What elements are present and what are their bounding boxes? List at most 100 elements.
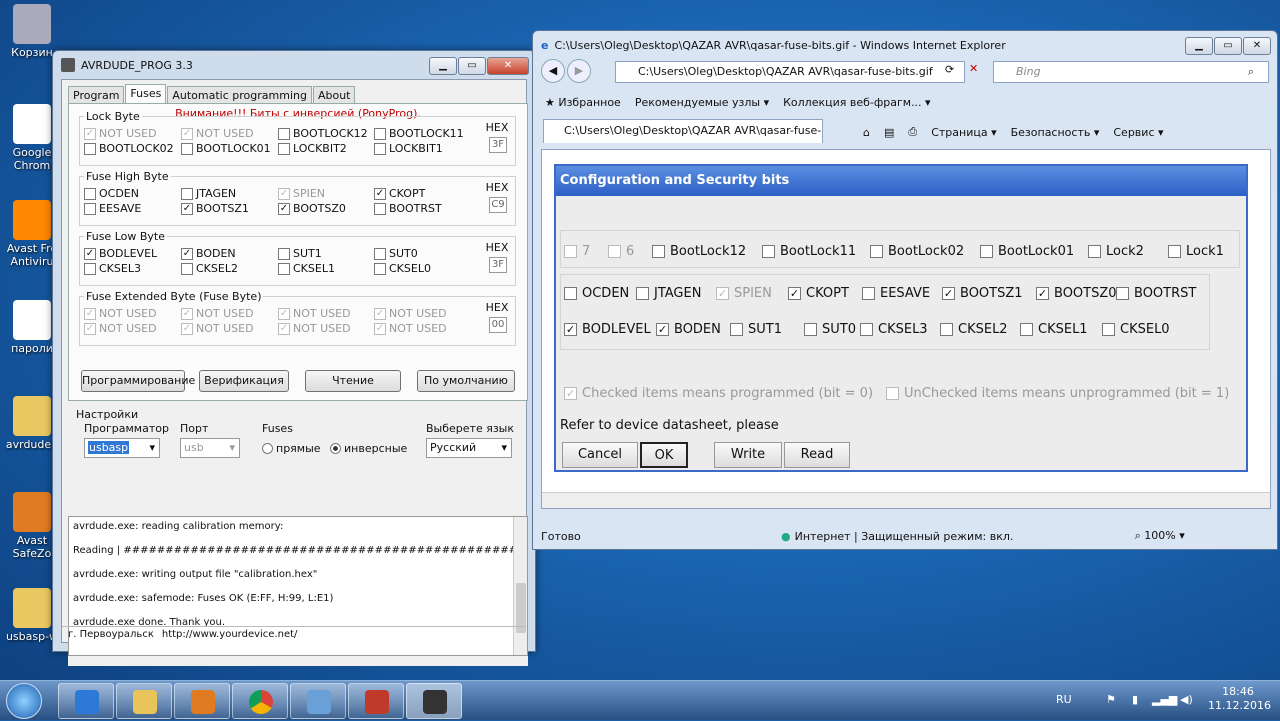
default-button[interactable]: По умолчанию [417, 370, 515, 392]
zoom-control[interactable]: ⌕ 100% ▾ [1135, 529, 1185, 543]
gif-checkbox[interactable]: SUT1 [730, 322, 782, 337]
start-button[interactable] [6, 683, 42, 719]
search-input[interactable]: Bing ⌕ [993, 61, 1269, 83]
fuse-checkbox[interactable]: ✓ BODEN [181, 247, 236, 260]
fuse-checkbox[interactable]: CKSEL0 [374, 262, 431, 275]
program-button[interactable]: Программирование [81, 370, 195, 392]
ie-tab[interactable]: C:\Users\Oleg\Desktop\QAZAR AVR\qasar-fu… [543, 119, 823, 143]
taskbar-chrome[interactable] [232, 683, 288, 719]
gif-checkbox[interactable]: EESAVE [862, 286, 930, 301]
gif-checkbox[interactable]: JTAGEN [636, 286, 701, 301]
network-tray-icon[interactable]: ▂▄▆ [1152, 693, 1177, 706]
fuse-checkbox[interactable]: BOOTRST [374, 202, 442, 215]
taskbar-media[interactable] [174, 683, 230, 719]
fuse-checkbox[interactable]: ✓ BODLEVEL [84, 247, 157, 260]
cmd-security[interactable]: Безопасность ▾ [1011, 126, 1100, 139]
fuse-checkbox[interactable]: BOOTLOCK11 [374, 127, 464, 140]
gif-checkbox[interactable]: Lock2 [1088, 244, 1144, 259]
volume-icon[interactable]: ◀) [1180, 693, 1193, 706]
taskbar-ie[interactable] [58, 683, 114, 719]
fuse-checkbox[interactable]: LOCKBIT2 [278, 142, 347, 155]
forward-button[interactable]: ▶ [567, 59, 591, 83]
fuse-checkbox[interactable]: SUT1 [278, 247, 322, 260]
gif-checkbox[interactable]: BootLock01 [980, 244, 1074, 259]
battery-icon[interactable]: ▮ [1132, 693, 1138, 706]
fav-item-1[interactable]: Рекомендуемые узлы ▾ [635, 96, 769, 109]
fuse-checkbox[interactable]: ✓ BOOTSZ0 [278, 202, 346, 215]
refresh-icon[interactable]: ⟳ [945, 63, 954, 76]
tab-fuses[interactable]: Fuses [125, 84, 167, 104]
radio-inverse[interactable]: инверсные [330, 442, 407, 455]
fuse-checkbox[interactable]: BOOTLOCK02 [84, 142, 174, 155]
verify-button[interactable]: Верификация [199, 370, 289, 392]
fuse-checkbox[interactable]: BOOTLOCK01 [181, 142, 271, 155]
close-button[interactable]: ✕ [487, 57, 529, 75]
gif-checkbox[interactable]: Lock1 [1168, 244, 1224, 259]
gif-checkbox[interactable]: ✓ BODEN [656, 322, 721, 337]
feeds-icon[interactable]: ▤ [884, 126, 894, 139]
fuse-checkbox[interactable]: SUT0 [374, 247, 418, 260]
address-bar[interactable]: C:\Users\Oleg\Desktop\QAZAR AVR\qasar-fu… [615, 61, 965, 83]
gif-checkbox[interactable]: CKSEL2 [940, 322, 1008, 337]
stop-icon[interactable]: ✕ [969, 62, 978, 75]
fuse-checkbox[interactable]: ✓ BOOTSZ1 [181, 202, 249, 215]
clock[interactable]: 18:46 11.12.2016 [1208, 685, 1271, 713]
fav-item-2[interactable]: Коллекция веб-фрагм... ▾ [783, 96, 930, 109]
gif-checkbox[interactable]: CKSEL1 [1020, 322, 1088, 337]
gif-ok-button[interactable]: OK [640, 442, 688, 468]
fuse-checkbox[interactable]: CKSEL3 [84, 262, 141, 275]
ie-hscroll[interactable] [542, 492, 1270, 508]
tab-about[interactable]: About [312, 86, 356, 104]
taskbar-app[interactable] [290, 683, 346, 719]
print-icon[interactable]: ⎙ [908, 125, 917, 139]
fuse-checkbox[interactable]: OCDEN [84, 187, 139, 200]
programmer-select[interactable]: usbasp ▾ [84, 438, 160, 458]
fuse-checkbox[interactable]: CKSEL1 [278, 262, 335, 275]
gif-checkbox[interactable]: ✓ BOOTSZ1 [942, 286, 1023, 301]
gif-checkbox[interactable]: ✓ BODLEVEL [564, 322, 651, 337]
tab-program[interactable]: Program [68, 86, 125, 104]
search-icon[interactable]: ⌕ [1248, 62, 1254, 82]
taskbar-explorer[interactable] [116, 683, 172, 719]
gif-checkbox[interactable]: BootLock11 [762, 244, 856, 259]
gif-checkbox[interactable]: CKSEL3 [860, 322, 928, 337]
maximize-button[interactable]: ▭ [458, 57, 486, 75]
ie-maximize-button[interactable]: ▭ [1214, 37, 1242, 55]
radio-direct[interactable]: прямые [262, 442, 321, 455]
ie-close-button[interactable]: ✕ [1243, 37, 1271, 55]
gif-read-button[interactable]: Read [784, 442, 850, 468]
fuse-checkbox[interactable]: LOCKBIT1 [374, 142, 443, 155]
favorites-button[interactable]: ★ Избранное [545, 96, 621, 109]
read-button[interactable]: Чтение [305, 370, 401, 392]
cmd-tools[interactable]: Сервис ▾ [1113, 126, 1163, 139]
cmd-page[interactable]: Страница ▾ [931, 126, 996, 139]
taskbar-toolbox[interactable] [348, 683, 404, 719]
fuse-checkbox[interactable]: BOOTLOCK12 [278, 127, 368, 140]
home-icon[interactable]: ⌂ [863, 126, 870, 139]
fuse-checkbox[interactable]: CKSEL2 [181, 262, 238, 275]
minimize-button[interactable]: ▁ [429, 57, 457, 75]
gif-checkbox[interactable]: CKSEL0 [1102, 322, 1170, 337]
gif-checkbox[interactable]: BootLock12 [652, 244, 746, 259]
gif-cancel-button[interactable]: Cancel [562, 442, 638, 468]
log-hscroll[interactable] [68, 656, 528, 666]
taskbar-avrdude[interactable] [406, 683, 462, 719]
tab-automatic-programming[interactable]: Automatic programming [167, 86, 312, 104]
fuse-checkbox[interactable]: JTAGEN [181, 187, 236, 200]
back-button[interactable]: ◀ [541, 59, 565, 83]
gif-checkbox[interactable]: ✓ BOOTSZ0 [1036, 286, 1117, 301]
gif-checkbox[interactable]: BootLock02 [870, 244, 964, 259]
gif-checkbox[interactable]: OCDEN [564, 286, 629, 301]
gif-write-button[interactable]: Write [714, 442, 782, 468]
port-select[interactable]: usb ▾ [180, 438, 240, 458]
fuse-checkbox[interactable]: EESAVE [84, 202, 141, 215]
fuse-checkbox[interactable]: ✓ CKOPT [374, 187, 425, 200]
gif-checkbox[interactable]: ✓ CKOPT [788, 286, 849, 301]
gif-checkbox[interactable]: BOOTRST [1116, 286, 1196, 301]
gif-checkbox[interactable]: SUT0 [804, 322, 856, 337]
lang-indicator[interactable]: RU [1056, 693, 1072, 706]
ie-titlebar[interactable]: e C:\Users\Oleg\Desktop\QAZAR AVR\qasar-… [533, 35, 1277, 55]
ie-minimize-button[interactable]: ▁ [1185, 37, 1213, 55]
status-url[interactable]: http://www.yourdevice.net/ [162, 627, 298, 642]
flag-icon[interactable]: ⚑ [1106, 693, 1116, 706]
